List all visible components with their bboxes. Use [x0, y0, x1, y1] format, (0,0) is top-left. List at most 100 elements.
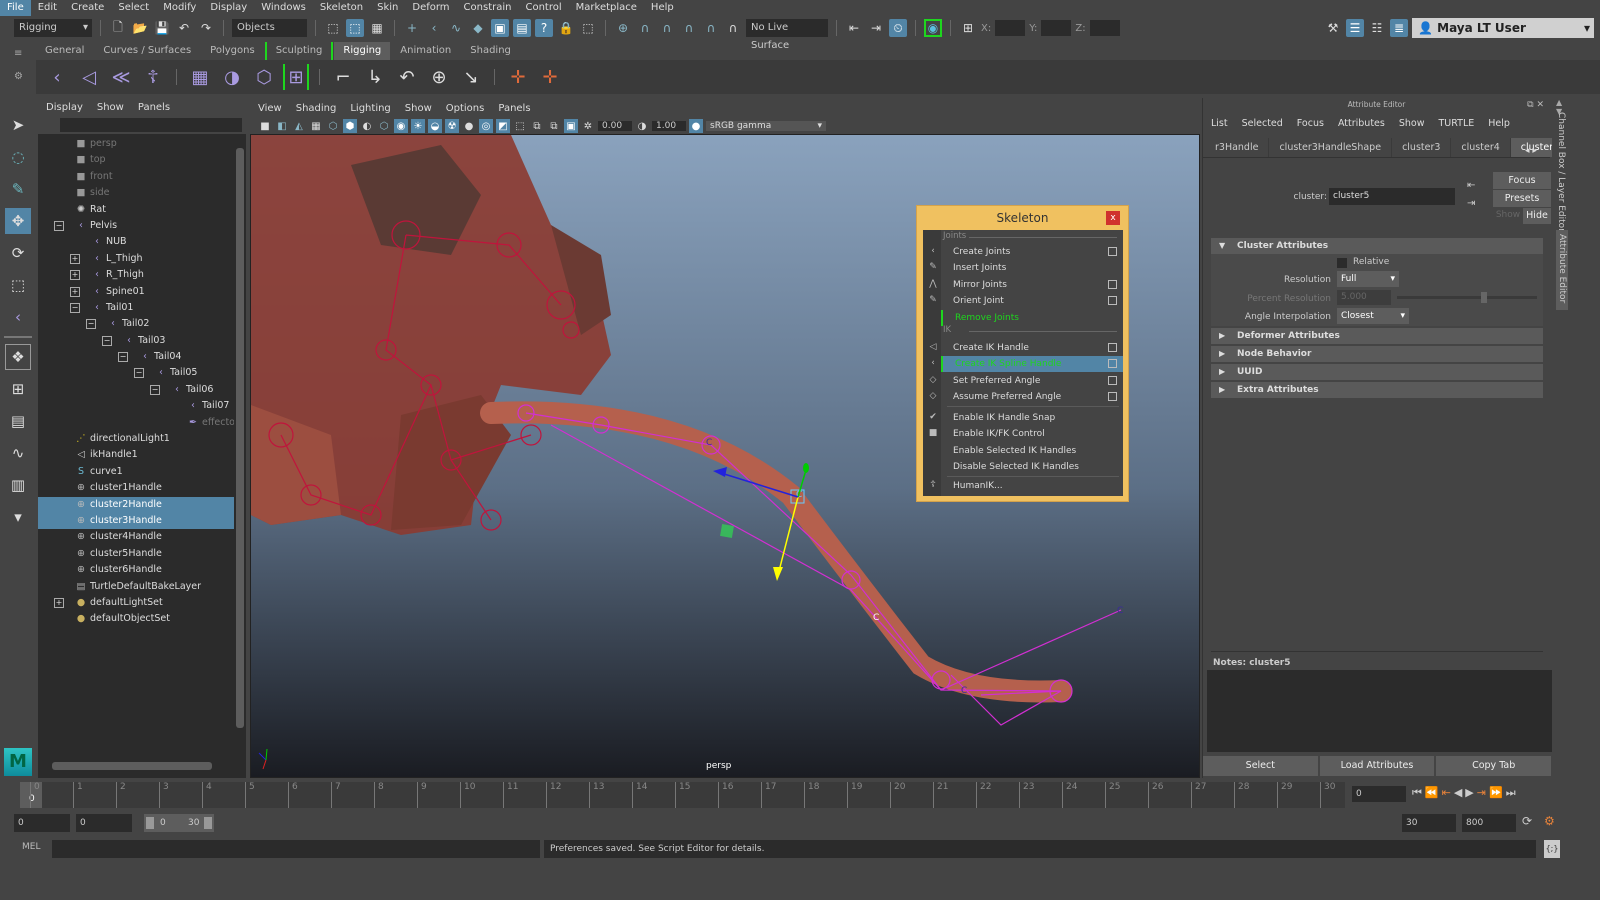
new-scene-icon[interactable]: 🗋: [109, 19, 127, 37]
orient-constraint-icon[interactable]: ↶: [394, 64, 420, 90]
outliner-item[interactable]: ■ side: [38, 185, 234, 201]
skeleton-window-titlebar[interactable]: Skeleton x: [917, 206, 1128, 230]
image-plane-icon[interactable]: ◭: [292, 119, 306, 133]
pole-vector-icon[interactable]: ↘: [458, 64, 484, 90]
exposure-field[interactable]: 0.00: [598, 121, 632, 131]
menu-constrain[interactable]: Constrain: [457, 0, 519, 16]
option-box-icon[interactable]: [1108, 296, 1117, 306]
smooth-shade-icon[interactable]: ⬢: [343, 119, 357, 133]
hide-button[interactable]: Hide: [1523, 208, 1551, 224]
menu-create[interactable]: Create: [64, 0, 111, 16]
menu-select[interactable]: Select: [111, 0, 156, 16]
textured-icon[interactable]: ◉: [394, 119, 408, 133]
menu-marketplace[interactable]: Marketplace: [569, 0, 644, 16]
node-name-field[interactable]: cluster5: [1329, 188, 1455, 205]
float-panel-icon[interactable]: ⧉ ✕: [1527, 100, 1544, 110]
show-button[interactable]: Show: [1495, 210, 1521, 220]
select-surfaces-icon[interactable]: ▣: [491, 19, 509, 37]
presets-button[interactable]: Presets: [1493, 190, 1551, 207]
animation-end-field[interactable]: 800: [1462, 814, 1516, 832]
outliner-item[interactable]: + ‹ L_Thigh: [38, 251, 234, 267]
menu-item-assume-preferred-angle[interactable]: Assume Preferred Angle: [941, 389, 1123, 405]
x-field[interactable]: [995, 20, 1026, 36]
viewport-menu-shading[interactable]: Shading: [296, 103, 337, 114]
expand-icon[interactable]: +: [70, 270, 80, 281]
outliner-search-input[interactable]: [60, 118, 242, 132]
rotate-tool-icon[interactable]: ⟳: [5, 240, 31, 266]
menu-deform[interactable]: Deform: [405, 0, 456, 16]
menuset-dropdown[interactable]: Rigging ▾: [14, 19, 92, 37]
select-tool-icon[interactable]: ➤: [5, 112, 31, 138]
shelf-tab-sculpting[interactable]: Sculpting: [264, 42, 334, 60]
menu-item-enable-ik-fk-control[interactable]: Enable IK/FK Control: [941, 426, 1123, 442]
move-tool-icon[interactable]: ✥: [5, 208, 31, 234]
outliner-menu-display[interactable]: Display: [46, 102, 83, 113]
selection-mode-field[interactable]: Objects: [232, 19, 307, 37]
camera-attributes-icon[interactable]: ◧: [275, 119, 289, 133]
viewport-menu-options[interactable]: Options: [446, 103, 485, 114]
create-joints-icon[interactable]: ‹: [44, 64, 70, 90]
save-scene-icon[interactable]: 💾: [153, 19, 171, 37]
xray-icon[interactable]: ⧉: [530, 119, 544, 133]
redo-icon[interactable]: ↷: [197, 19, 215, 37]
prev-key-icon[interactable]: ⇤: [1442, 786, 1454, 799]
shelf-tab-animation[interactable]: Animation: [391, 42, 461, 60]
step-forward-icon[interactable]: ⏩: [1489, 786, 1506, 799]
input-connections-icon[interactable]: ⇤: [1467, 180, 1475, 191]
outliner-vertical-scrollbar[interactable]: [236, 136, 244, 762]
shelf-tab-curves-surfaces[interactable]: Curves / Surfaces: [94, 42, 201, 60]
shelf-tab-rigging[interactable]: Rigging: [334, 42, 391, 60]
collapse-icon[interactable]: −: [86, 319, 96, 330]
output-ops-icon[interactable]: ⇥: [867, 19, 885, 37]
animation-start-field[interactable]: 0: [76, 814, 132, 832]
ae-menu-list[interactable]: List: [1211, 118, 1228, 129]
quick-rig-icon[interactable]: ☦: [140, 64, 166, 90]
select-component-icon[interactable]: ▦: [368, 19, 386, 37]
constraint-label-icon[interactable]: ✛: [537, 64, 563, 90]
option-box-icon[interactable]: [1108, 279, 1117, 289]
wireframe-icon[interactable]: ⬡: [326, 119, 340, 133]
relative-checkbox[interactable]: [1337, 258, 1347, 268]
menu-help[interactable]: Help: [644, 0, 681, 16]
menu-item-create-ik-spline-handle[interactable]: Create IK Spline Handle: [941, 356, 1123, 373]
outliner-item[interactable]: ⊕ cluster2Handle: [38, 496, 234, 513]
select-deformers-icon[interactable]: ◆: [469, 19, 487, 37]
paint-weights-icon[interactable]: ▦: [187, 64, 213, 90]
next-key-icon[interactable]: ⇥: [1477, 786, 1489, 799]
y-field[interactable]: [1041, 20, 1072, 36]
menu-item-set-preferred-angle[interactable]: Set Preferred Angle: [941, 373, 1123, 389]
outliner-item[interactable]: ‹ NUB: [38, 234, 234, 250]
option-box-icon[interactable]: [1108, 343, 1117, 352]
lasso-tool-icon[interactable]: ◌: [5, 144, 31, 170]
shelf-tab-polygons[interactable]: Polygons: [201, 42, 264, 60]
ae-menu-attributes[interactable]: Attributes: [1338, 118, 1385, 129]
transform-mode-icon[interactable]: ⊞: [959, 19, 977, 37]
outliner-item[interactable]: ✒ effector1: [38, 415, 234, 431]
select-rendering-icon[interactable]: ▤: [513, 19, 531, 37]
copy-tab-button[interactable]: Copy Tab: [1436, 756, 1552, 776]
screen-space-ao-icon[interactable]: ☢: [445, 119, 459, 133]
range-bar[interactable]: 0 30: [144, 814, 214, 832]
node-tab[interactable]: cluster3HandleShape: [1269, 138, 1393, 157]
script-editor-icon[interactable]: {;}: [1544, 840, 1560, 858]
open-scene-icon[interactable]: 📂: [131, 19, 149, 37]
select-button[interactable]: Select: [1203, 756, 1318, 776]
menu-item-create-joints[interactable]: Create Joints: [941, 244, 1123, 260]
point-constraint-icon[interactable]: ↳: [362, 64, 388, 90]
viewport-menu-view[interactable]: View: [258, 103, 282, 114]
modeling-toolkit-icon[interactable]: ⚒: [1324, 19, 1342, 37]
grid-icon[interactable]: ▦: [309, 119, 323, 133]
menu-item-mirror-joints[interactable]: Mirror Joints: [941, 277, 1123, 293]
angle-interpolation-dropdown[interactable]: Closest ▾: [1337, 308, 1409, 324]
go-to-start-icon[interactable]: ⏮: [1412, 786, 1425, 799]
gamma-icon[interactable]: ◑: [635, 119, 649, 133]
snap-grid-icon[interactable]: ⊕: [614, 19, 632, 37]
z-field[interactable]: [1089, 20, 1120, 36]
focus-button[interactable]: Focus: [1493, 172, 1551, 189]
outliner-item[interactable]: ‹ Tail07: [38, 398, 234, 414]
menu-item-insert-joints[interactable]: Insert Joints: [941, 260, 1123, 276]
node-tab[interactable]: cluster3: [1392, 138, 1452, 157]
outliner-item[interactable]: − ‹ Tail04: [38, 349, 234, 365]
outliner-item[interactable]: ⊕ cluster6Handle: [38, 562, 234, 578]
slider-thumb[interactable]: [1480, 292, 1487, 303]
